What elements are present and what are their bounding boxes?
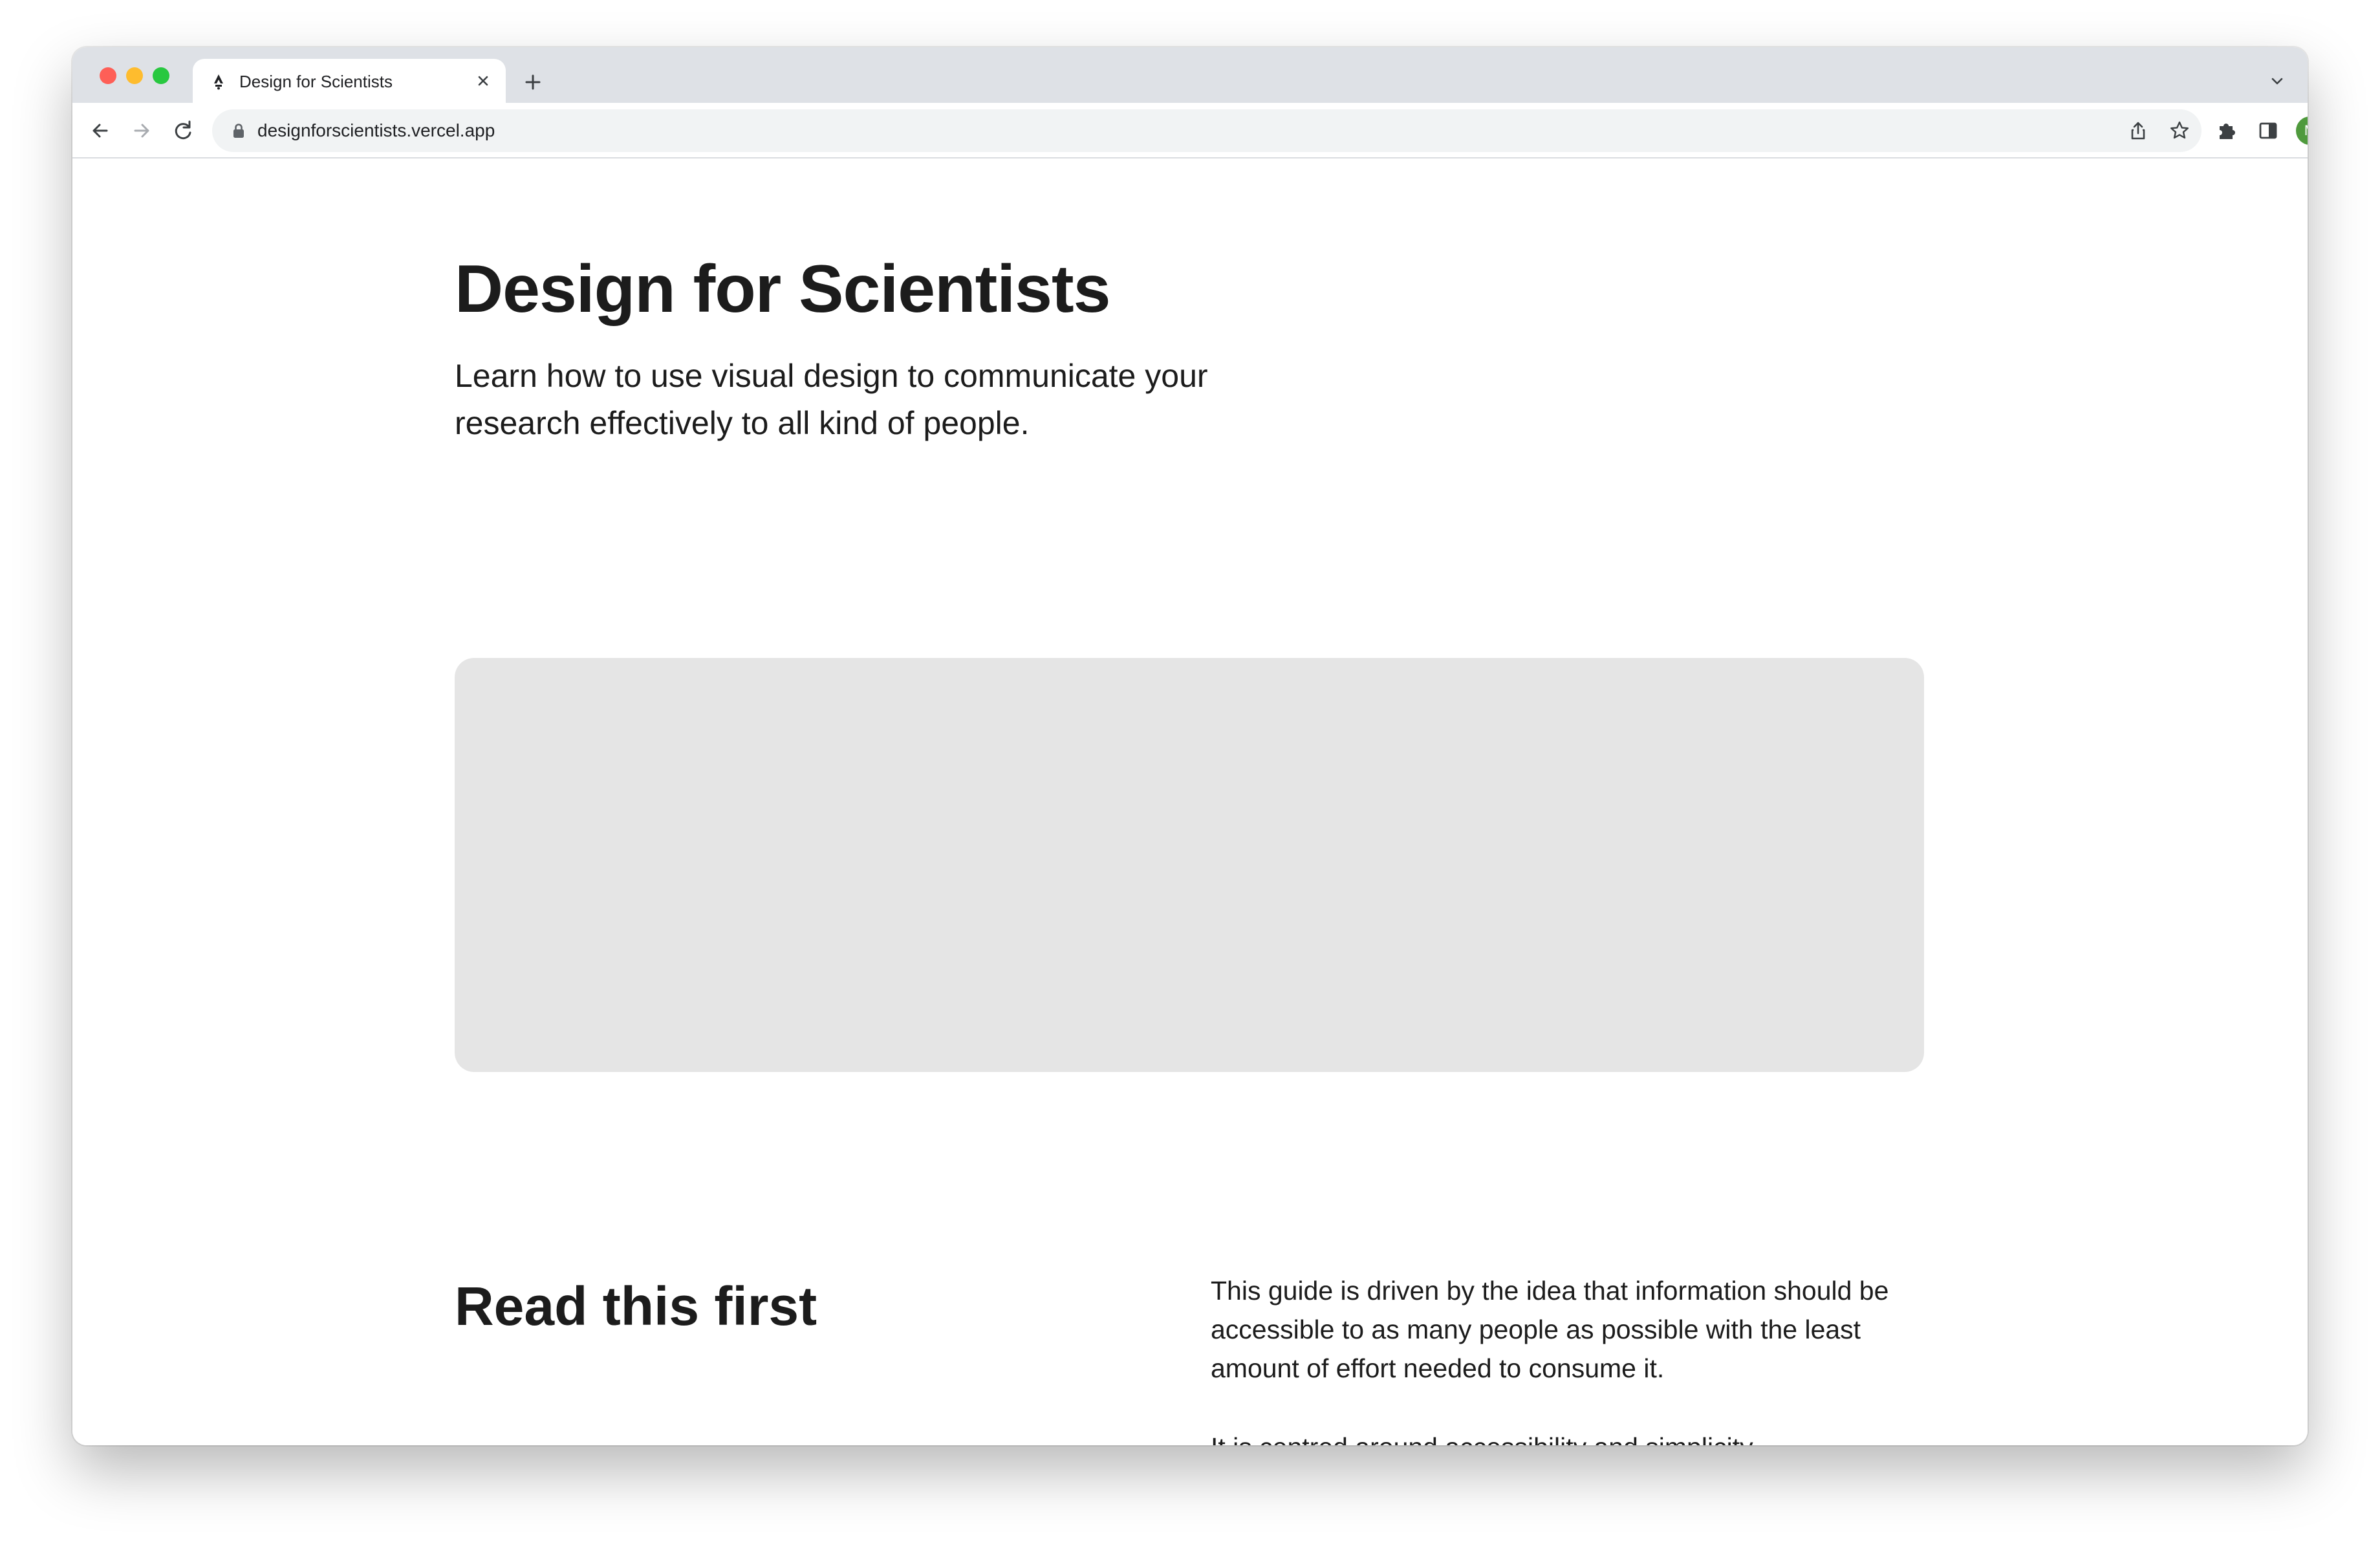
section-body: This guide is driven by the idea that in… <box>1211 1271 1948 1445</box>
plus-icon[interactable] <box>521 71 545 94</box>
page-content: Design for Scientists Learn how to use v… <box>72 158 2308 1445</box>
zoom-window-button[interactable] <box>153 67 169 84</box>
section-paragraph: This guide is driven by the idea that in… <box>1211 1276 1889 1383</box>
arrow-left-icon[interactable] <box>85 116 115 146</box>
tab-strip: Design for Scientists <box>72 47 2308 103</box>
page-subtitle: Learn how to use visual design to commun… <box>455 358 1208 441</box>
browser-window: Design for Scientists designforscientist… <box>72 47 2308 1445</box>
section-title: Read this first <box>455 1276 817 1337</box>
avatar[interactable]: M <box>2296 116 2308 145</box>
address-bar[interactable]: designforscientists.vercel.app <box>212 109 2202 152</box>
share-icon[interactable] <box>2126 119 2150 142</box>
reload-icon[interactable] <box>168 116 198 146</box>
chevron-down-icon[interactable] <box>2267 72 2287 91</box>
close-window-button[interactable] <box>100 67 116 84</box>
hero-image-placeholder <box>455 658 1924 1072</box>
arrow-right-icon[interactable] <box>127 116 157 146</box>
side-panel-icon[interactable] <box>2255 117 2282 144</box>
lock-icon[interactable] <box>232 123 246 138</box>
tab-title: Design for Scientists <box>239 72 393 91</box>
section-paragraph: It is centred around accessibility and s… <box>1211 1428 1948 1445</box>
url-text[interactable]: designforscientists.vercel.app <box>257 120 495 141</box>
site-favicon-icon <box>214 74 223 90</box>
star-icon[interactable] <box>2168 119 2191 142</box>
minimize-window-button[interactable] <box>126 67 143 84</box>
close-icon[interactable] <box>472 70 494 92</box>
page-title: Design for Scientists <box>455 252 1110 327</box>
tab-active[interactable]: Design for Scientists <box>193 59 506 103</box>
puzzle-icon[interactable] <box>2213 117 2240 144</box>
browser-toolbar: designforscientists.vercel.app M <box>72 103 2308 158</box>
